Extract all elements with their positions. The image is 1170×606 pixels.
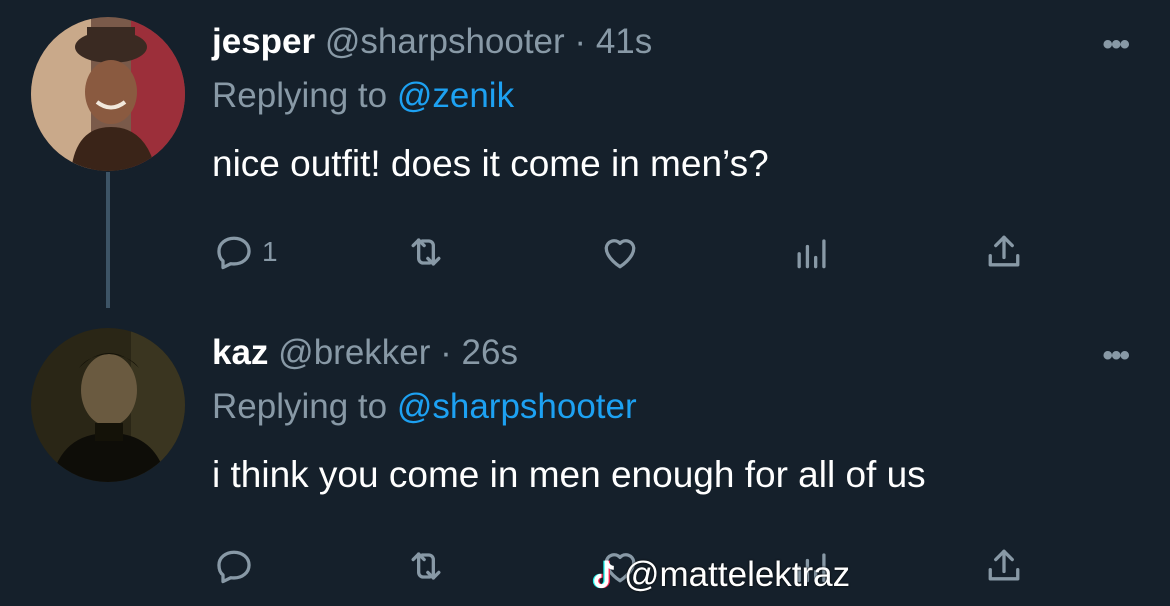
tiktok-watermark: @mattelektraz (588, 555, 850, 595)
retweet-button[interactable] (404, 544, 448, 588)
separator-dot: · (440, 333, 452, 372)
tiktok-icon (592, 560, 614, 589)
avatar-jesper[interactable] (31, 17, 185, 171)
replying-to: Replying to @zenik (212, 76, 514, 116)
mention-link[interactable]: @sharpshooter (397, 387, 637, 426)
user-handle[interactable]: @sharpshooter (325, 22, 565, 61)
more-options-icon[interactable]: ••• (1102, 339, 1129, 373)
analytics-button[interactable] (790, 230, 834, 274)
more-options-icon[interactable]: ••• (1102, 28, 1129, 62)
share-icon (988, 235, 1020, 267)
reply-button[interactable]: 1 (212, 230, 278, 274)
user-handle[interactable]: @brekker (278, 333, 430, 372)
display-name[interactable]: kaz (212, 333, 268, 372)
tweet-actions: 1 (212, 230, 1032, 274)
thread-line (106, 172, 110, 308)
reply-icon (217, 550, 251, 584)
replying-prefix: Replying to (212, 76, 397, 115)
like-icon (604, 239, 636, 269)
retweet-icon (411, 238, 441, 266)
analytics-icon (797, 239, 826, 269)
share-button[interactable] (982, 544, 1026, 588)
reply-count: 1 (262, 236, 278, 267)
tweet-header: kaz @brekker · 26s (212, 333, 518, 373)
reply-button[interactable] (212, 544, 262, 588)
tweet-header: jesper @sharpshooter · 41s (212, 22, 652, 62)
retweet-button[interactable] (404, 230, 448, 274)
watermark-handle: @mattelektraz (624, 555, 851, 594)
like-button[interactable] (598, 230, 642, 274)
avatar-kaz[interactable] (31, 328, 185, 482)
replying-to: Replying to @sharpshooter (212, 387, 637, 427)
replying-prefix: Replying to (212, 387, 397, 426)
display-name[interactable]: jesper (212, 22, 315, 61)
timestamp[interactable]: 26s (462, 333, 518, 372)
reply-icon (217, 236, 251, 270)
mention-link[interactable]: @zenik (397, 76, 514, 115)
timestamp[interactable]: 41s (596, 22, 652, 61)
tweet-text: i think you come in men enough for all o… (212, 454, 926, 495)
tweet-text: nice outfit! does it come in men’s? (212, 143, 769, 184)
retweet-icon (411, 552, 441, 580)
separator-dot: · (574, 22, 587, 61)
share-button[interactable] (982, 230, 1026, 274)
share-icon (988, 549, 1020, 581)
